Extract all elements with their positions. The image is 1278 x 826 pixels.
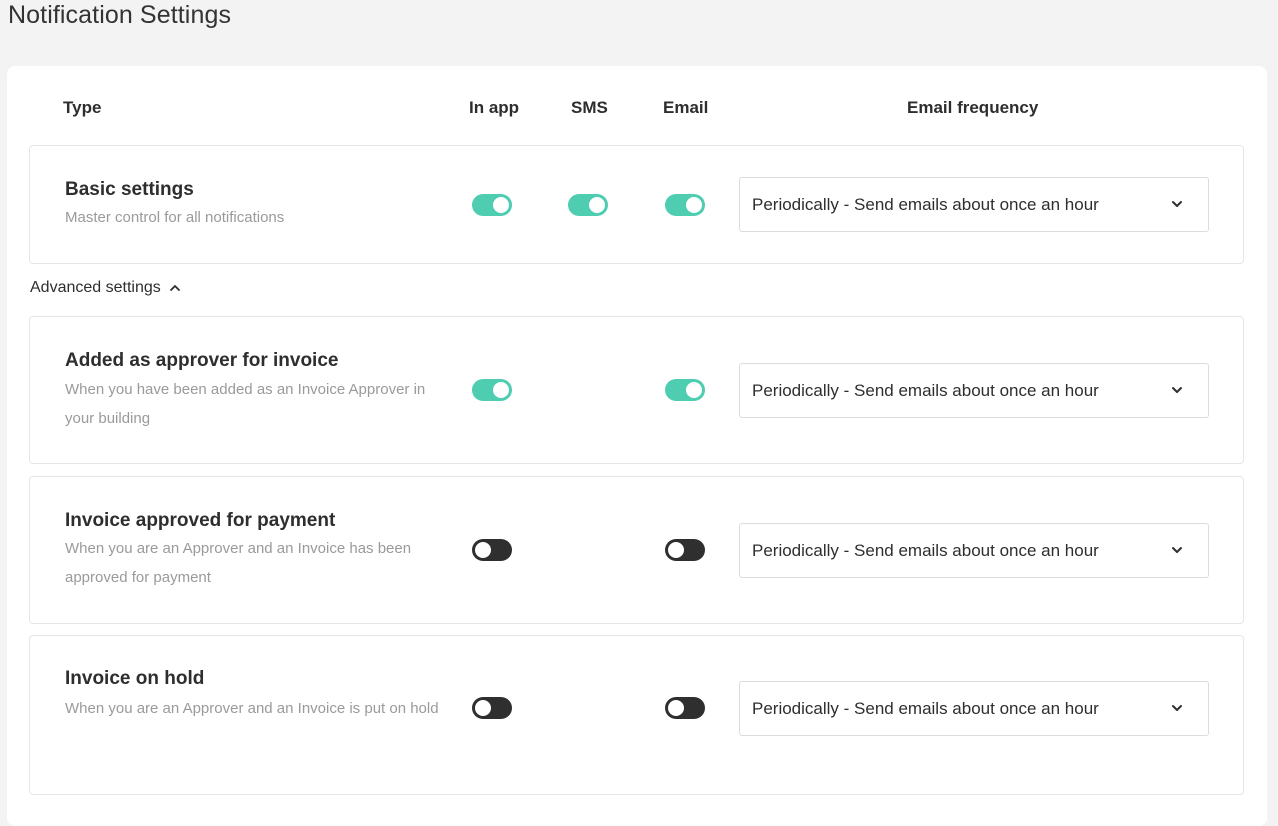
toggle-knob — [493, 197, 509, 213]
select-value: Periodically - Send emails about once an… — [752, 381, 1099, 400]
page-title: Notification Settings — [8, 1, 232, 29]
row-description: When you have been added as an Invoice A… — [65, 381, 426, 427]
toggle-knob — [686, 197, 702, 213]
notification-row-added-as-approver: Added as approver for invoice When you h… — [29, 316, 1244, 464]
toggle-knob — [668, 700, 684, 716]
email-toggle[interactable] — [665, 697, 705, 719]
select-value: Periodically - Send emails about once an… — [752, 699, 1099, 718]
table-header: Type In app SMS Email Email frequency — [7, 66, 1267, 146]
email-toggle[interactable] — [665, 194, 705, 216]
row-description: Master control for all notifications — [65, 209, 285, 226]
toggle-knob — [475, 542, 491, 558]
row-title: Basic settings — [65, 179, 194, 200]
row-description: When you are an Approver and an Invoice … — [65, 700, 439, 717]
column-header-email-frequency: Email frequency — [907, 98, 1039, 117]
column-header-email: Email — [663, 98, 709, 117]
chevron-up-icon — [169, 285, 180, 291]
column-header-sms: SMS — [571, 98, 608, 117]
row-description: When you are an Approver and an Invoice … — [65, 540, 412, 586]
chevron-down-icon — [1172, 387, 1182, 393]
email-frequency-select[interactable]: Periodically - Send emails about once an… — [739, 523, 1209, 578]
row-title: Invoice approved for payment — [65, 510, 336, 531]
toggle-knob — [493, 382, 509, 398]
toggle-knob — [475, 700, 491, 716]
advanced-settings-toggle[interactable]: Advanced settings — [30, 279, 181, 297]
in-app-toggle[interactable] — [472, 697, 512, 719]
email-toggle[interactable] — [665, 539, 705, 561]
column-header-type: Type — [63, 98, 102, 117]
in-app-toggle[interactable] — [472, 194, 512, 216]
advanced-settings-label: Advanced settings — [30, 279, 161, 296]
email-toggle[interactable] — [665, 379, 705, 401]
column-header-in-app: In app — [469, 98, 520, 117]
select-value: Periodically - Send emails about once an… — [752, 541, 1099, 560]
sms-toggle[interactable] — [568, 194, 608, 216]
toggle-knob — [589, 197, 605, 213]
email-frequency-select[interactable]: Periodically - Send emails about once an… — [739, 177, 1209, 232]
select-value: Periodically - Send emails about once an… — [752, 195, 1099, 214]
settings-card: Type In app SMS Email Email frequency Ba… — [7, 66, 1267, 826]
email-frequency-select[interactable]: Periodically - Send emails about once an… — [739, 363, 1209, 418]
in-app-toggle[interactable] — [472, 379, 512, 401]
chevron-down-icon — [1172, 201, 1182, 207]
toggle-knob — [686, 382, 702, 398]
in-app-toggle[interactable] — [472, 539, 512, 561]
notification-row-invoice-on-hold: Invoice on hold When you are an Approver… — [29, 635, 1244, 795]
toggle-knob — [668, 542, 684, 558]
notification-row-invoice-approved: Invoice approved for payment When you ar… — [29, 476, 1244, 624]
chevron-down-icon — [1172, 705, 1182, 711]
basic-settings-row: Basic settings Master control for all no… — [29, 145, 1244, 264]
row-title: Added as approver for invoice — [65, 350, 339, 371]
email-frequency-select[interactable]: Periodically - Send emails about once an… — [739, 681, 1209, 736]
row-title: Invoice on hold — [65, 668, 205, 689]
chevron-down-icon — [1172, 547, 1182, 553]
